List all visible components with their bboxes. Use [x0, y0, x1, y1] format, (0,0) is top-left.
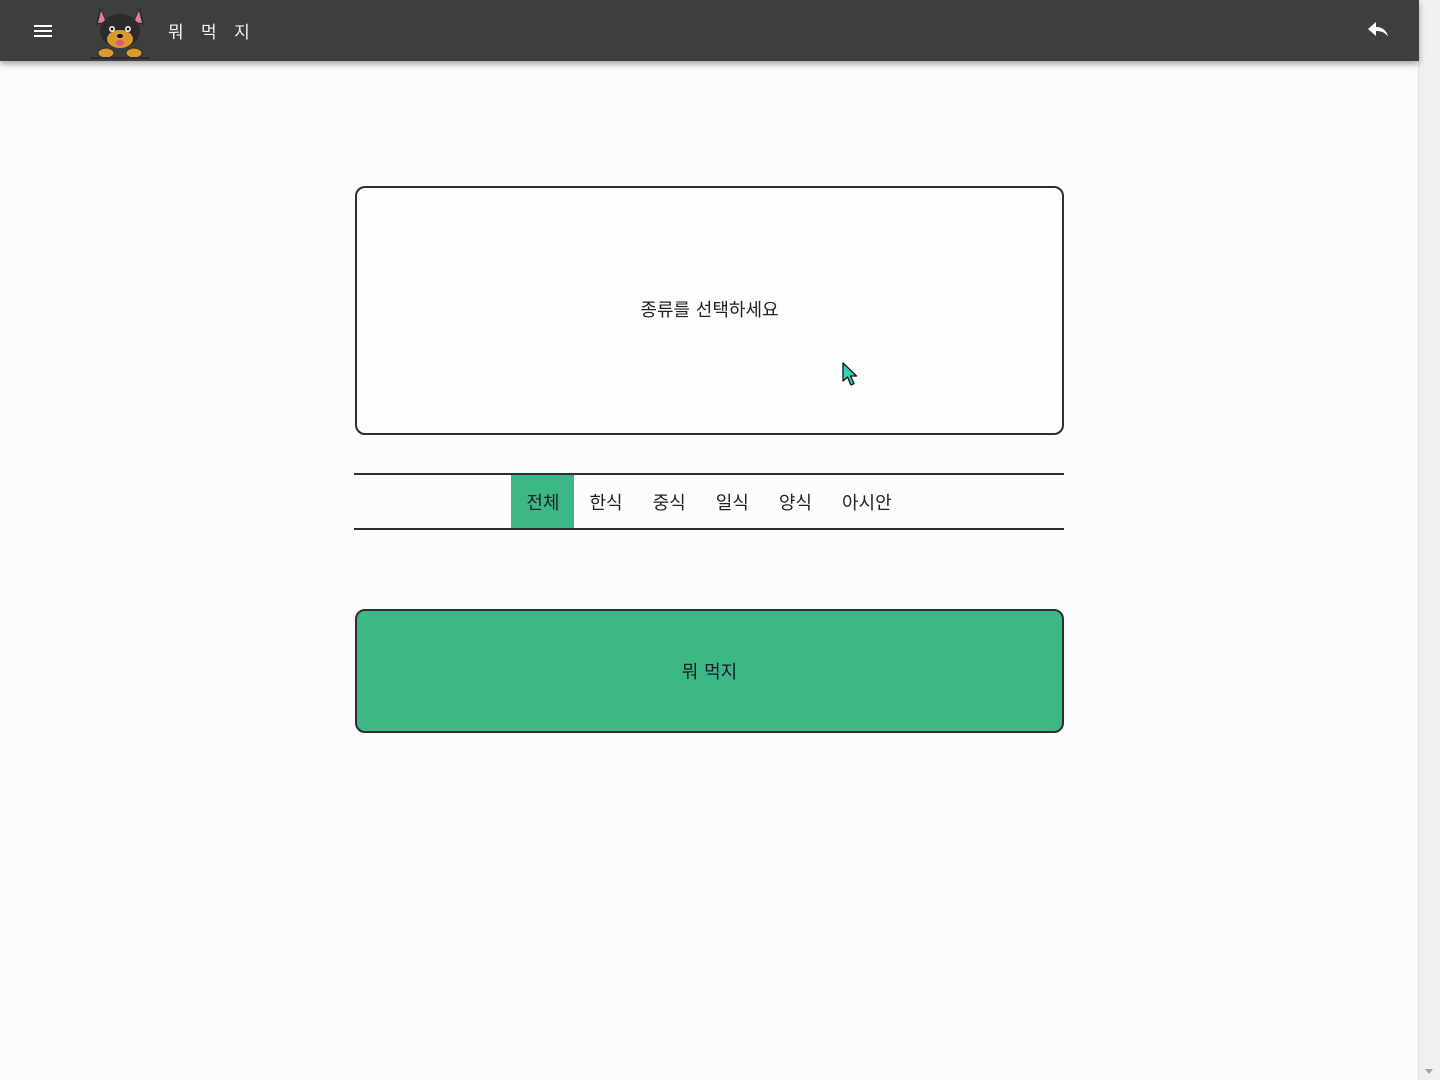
top-app-bar: 뭐 먹 지 [0, 0, 1419, 61]
tab-japanese[interactable]: 일식 [701, 475, 764, 528]
tab-western[interactable]: 양식 [764, 475, 827, 528]
app-title: 뭐 먹 지 [168, 23, 256, 43]
pick-food-button-label: 뭐 먹지 [681, 662, 738, 683]
dog-logo-icon [90, 6, 150, 59]
scroll-down-arrow-icon[interactable] [1425, 1069, 1433, 1074]
mouse-pointer-icon [842, 362, 858, 386]
category-tabs: 전체 한식 중식 일식 양식 아시안 [354, 473, 1064, 530]
vertical-scrollbar[interactable] [1418, 0, 1440, 1080]
hamburger-menu-icon[interactable] [34, 22, 58, 40]
app-root: 뭐 먹 지 종류를 선택하세요 전체 한식 중식 일식 양식 아시안 뭐 먹지 [0, 0, 1440, 1080]
tab-all[interactable]: 전체 [511, 475, 575, 528]
tab-chinese[interactable]: 중식 [638, 475, 701, 528]
tab-asian[interactable]: 아시안 [827, 475, 907, 528]
result-prompt: 종류를 선택하세요 [640, 299, 779, 321]
menu-line [34, 29, 52, 32]
menu-line [34, 34, 52, 37]
pick-food-button[interactable]: 뭐 먹지 [355, 609, 1064, 733]
menu-line [34, 24, 52, 27]
tab-korean[interactable]: 한식 [574, 475, 637, 528]
reply-arrow-icon[interactable] [1367, 20, 1389, 40]
result-display: 종류를 선택하세요 [355, 186, 1064, 435]
